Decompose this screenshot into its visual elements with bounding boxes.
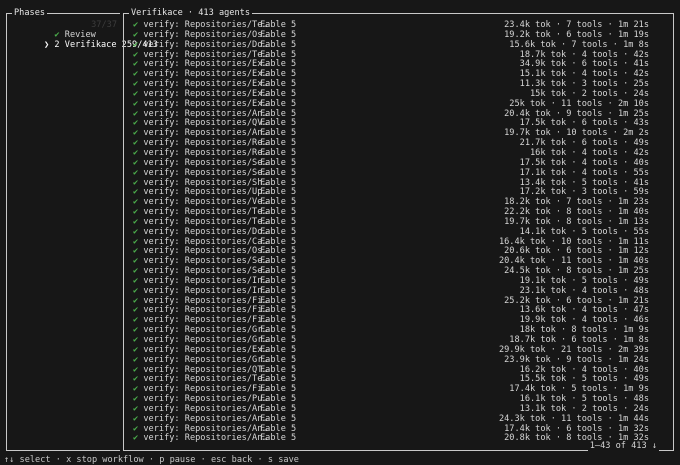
phase-item-review[interactable]: ✔ Review 37/37 — [13, 20, 117, 40]
agent-label: verify: Repositories/Sh… — [143, 177, 268, 188]
agent-label: verify: Repositories/Do… — [143, 226, 268, 237]
agent-label: verify: Repositories/QV… — [143, 118, 268, 129]
agent-model: Fable 5 — [260, 433, 297, 444]
agent-label: verify: Repositories/An… — [143, 423, 268, 434]
agent-label: verify: Repositories/Te… — [143, 20, 268, 30]
agents-panel-title: Verifikace · 413 agents — [129, 8, 252, 18]
phases-panel: Phases ✔ Review 37/37 ❯ 2 Verifikace 259… — [6, 8, 158, 451]
agent-label: verify: Repositories/Se… — [143, 266, 268, 277]
phase-count: 37/37 — [91, 20, 117, 30]
agent-row[interactable]: ✔ verify: Repositories/An… Fable 5 20.8k t… — [133, 434, 649, 444]
agent-label: verify: Repositories/An… — [143, 413, 268, 424]
agent-label: verify: Repositories/Te… — [143, 49, 268, 60]
agent-label: verify: Repositories/Gr… — [143, 335, 268, 345]
keyboard-hints: ↑↓ select · x stop workflow · p pause · … — [4, 455, 299, 465]
agent-label: verify: Repositories/Gr… — [143, 354, 268, 365]
agent-label: verify: Repositories/Pu… — [143, 394, 268, 405]
agent-label: verify: Repositories/Fi… — [143, 305, 268, 316]
phase-item-verifikace[interactable]: ❯ 2 Verifikace 259/413 — [13, 31, 158, 50]
agent-label: verify: Repositories/In… — [143, 275, 268, 286]
agent-label: verify: Repositories/Te… — [143, 216, 268, 227]
agent-label: verify: Repositories/QT… — [143, 364, 268, 375]
agent-list: ✔ verify: Repositories/Te… Fable 5 23.4k t… — [133, 20, 649, 444]
agent-label: verify: Repositories/Te… — [143, 207, 268, 218]
agent-label: verify: Repositories/Se… — [143, 256, 268, 267]
agent-label: verify: Repositories/Ex… — [143, 69, 268, 80]
agent-label: verify: Repositories/An… — [143, 403, 268, 414]
agent-label: verify: Repositories/Os… — [143, 246, 268, 257]
agent-label: verify: Repositories/Se… — [143, 167, 268, 178]
agent-label: verify: Repositories/Ca… — [143, 236, 268, 247]
agent-label: verify: Repositories/An… — [143, 108, 268, 119]
pagination-indicator: 1–43 of 413 ↓ — [587, 441, 659, 451]
agent-label: verify: Repositories/Ex… — [143, 79, 268, 90]
agent-label: verify: Repositories/Gr… — [143, 325, 268, 336]
agent-label: verify: Repositories/Ex… — [143, 344, 268, 355]
agent-label: verify: Repositories/Ve… — [143, 197, 268, 208]
agent-label: verify: Repositories/Ex… — [143, 98, 268, 109]
agent-label: verify: Repositories/Se… — [143, 157, 268, 168]
agents-panel: Verifikace · 413 agents ✔ verify: Reposi… — [123, 8, 674, 451]
agent-label: verify: Repositories/Re… — [143, 147, 268, 158]
agent-label: verify: Repositories/Do… — [143, 39, 268, 50]
agent-label: verify: Repositories/Fi… — [143, 295, 268, 306]
agent-label: verify: Repositories/Up… — [143, 187, 268, 198]
agent-label: verify: Repositories/In… — [143, 285, 268, 296]
agent-label: verify: Repositories/Ex… — [143, 59, 268, 70]
agent-label: verify: Repositories/An… — [143, 433, 268, 444]
agent-label: verify: Repositories/Fi… — [143, 384, 268, 395]
phases-title: Phases — [12, 8, 48, 18]
agent-label: verify: Repositories/Fi… — [143, 315, 268, 326]
agent-label: verify: Repositories/Re… — [143, 138, 268, 149]
agent-label: verify: Repositories/Ex… — [143, 88, 268, 99]
agent-label: verify: Repositories/Os… — [143, 29, 268, 40]
phase-list: ✔ Review 37/37 ❯ 2 Verifikace 259/413 — [13, 20, 158, 50]
agent-label: verify: Repositories/An… — [143, 128, 268, 139]
agent-label: verify: Repositories/Te… — [143, 374, 268, 385]
